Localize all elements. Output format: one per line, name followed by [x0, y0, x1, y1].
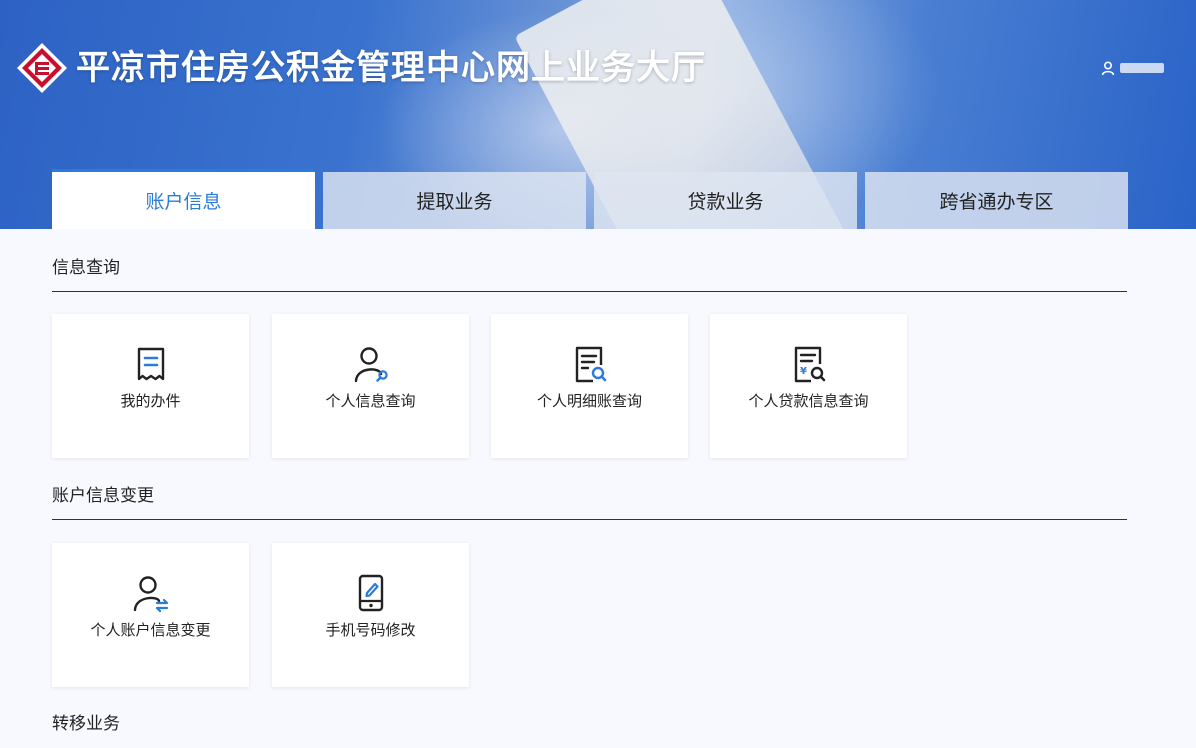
user-menu[interactable]: 用户	[1100, 58, 1164, 78]
tab-withdrawal[interactable]: 提取业务	[323, 172, 586, 229]
personal-info-query-card[interactable]: 个人信息查询	[272, 314, 469, 458]
document-search-icon	[575, 346, 606, 383]
svg-text:¥: ¥	[800, 366, 807, 377]
section-title-info-query: 信息查询	[52, 252, 1127, 292]
user-icon	[1101, 61, 1115, 76]
site-title: 平凉市住房公积金管理中心网上业务大厅	[76, 48, 706, 88]
tab-cross-province[interactable]: 跨省通办专区	[865, 172, 1128, 229]
account-info-change-card[interactable]: 个人账户信息变更	[52, 543, 249, 687]
card-label: 我的办件	[120, 392, 181, 410]
section-title-transfer: 转移业务	[52, 714, 120, 734]
user-name[interactable]: 用户	[1120, 63, 1164, 73]
personal-ledger-query-card[interactable]: 个人明细账查询	[491, 314, 688, 458]
section-title-account-change: 账户信息变更	[52, 480, 1127, 520]
card-label: 个人贷款信息查询	[748, 392, 869, 410]
phone-edit-icon	[358, 574, 383, 612]
card-label: 个人信息查询	[325, 392, 416, 410]
loan-search-icon: ¥	[794, 346, 825, 383]
my-cases-card[interactable]: 我的办件	[52, 314, 249, 458]
header-banner: 平凉市住房公积金管理中心网上业务大厅 用户 账户信息 提取业务 贷款业务 跨省通…	[0, 0, 1196, 229]
user-search-icon	[354, 347, 388, 383]
card-label: 个人明细账查询	[536, 392, 642, 410]
main-tabs: 账户信息 提取业务 贷款业务 跨省通办专区	[52, 169, 1128, 229]
user-exchange-icon	[133, 576, 168, 613]
phone-number-change-card[interactable]: 手机号码修改	[272, 543, 469, 687]
housing-fund-logo	[17, 43, 67, 93]
card-label: 个人账户信息变更	[90, 621, 211, 639]
receipt-icon	[137, 347, 164, 381]
card-label: 手机号码修改	[325, 621, 416, 639]
tab-loan[interactable]: 贷款业务	[594, 172, 857, 229]
tab-account-info[interactable]: 账户信息	[52, 169, 315, 229]
personal-loan-query-card[interactable]: ¥ 个人贷款信息查询	[710, 314, 907, 458]
